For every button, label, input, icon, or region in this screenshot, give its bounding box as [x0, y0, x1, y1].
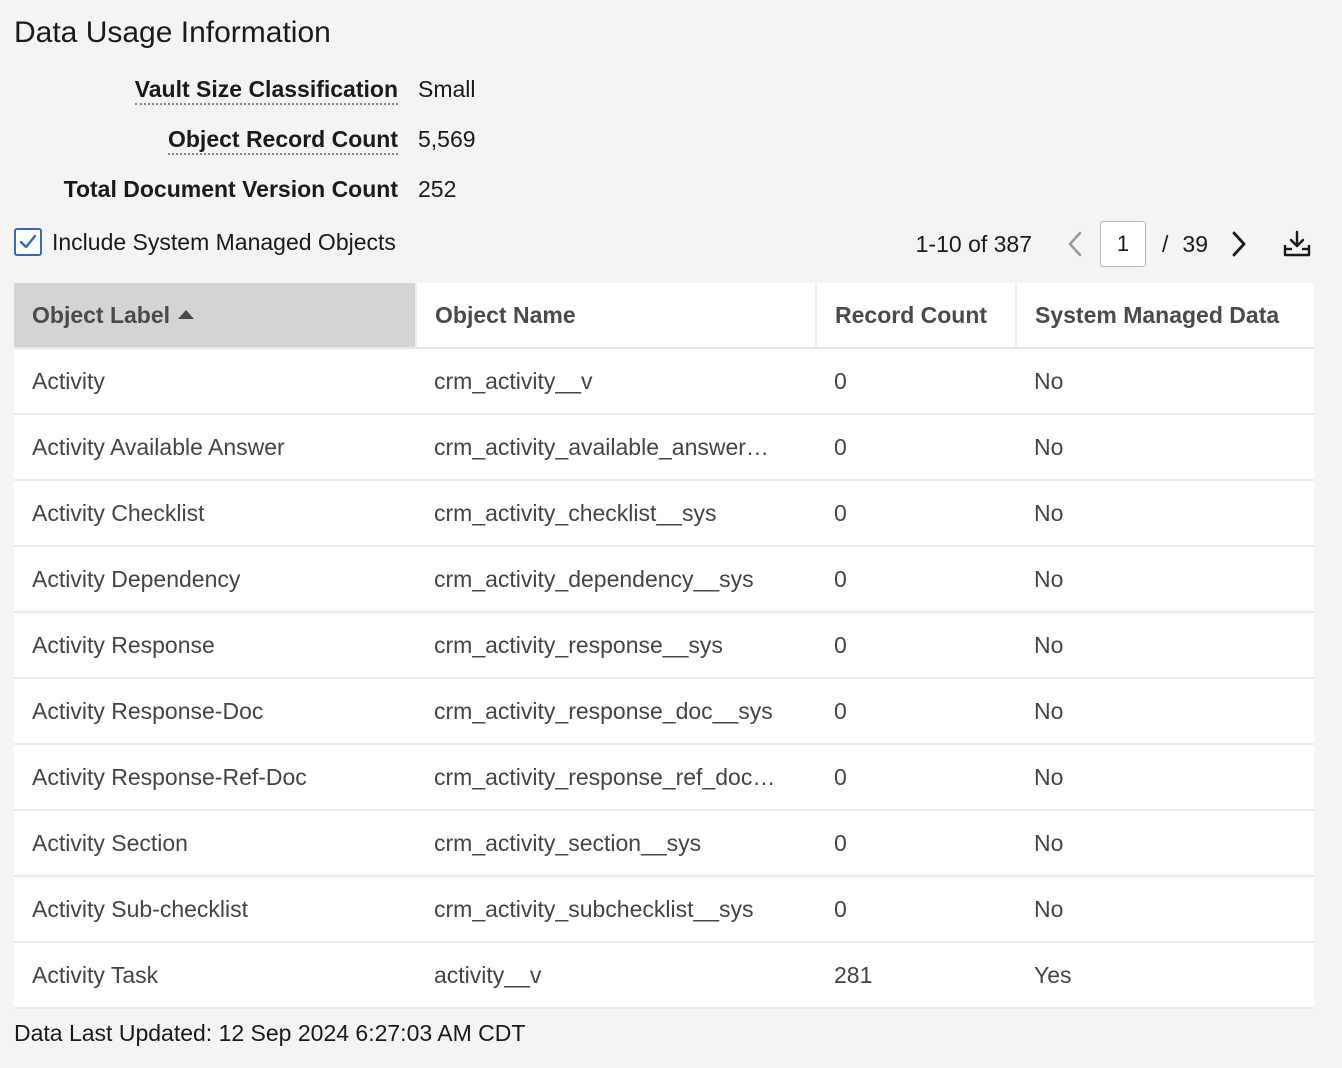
cell-record-count: 0: [816, 678, 1016, 745]
column-header-system-managed[interactable]: System Managed Data: [1016, 283, 1314, 349]
cell-object-name: crm_activity_response_ref_doc…: [416, 744, 816, 811]
summary-row-total-doc-version: Total Document Version Count 252: [14, 164, 714, 214]
table-header-row: Object Label Object Name Record Count Sy…: [14, 283, 1314, 349]
cell-object-name: crm_activity_dependency__sys: [416, 546, 816, 613]
table-row: Activity Available Answer crm_activity_a…: [14, 414, 1314, 481]
pagination: 1-10 of 387 / 39: [916, 220, 1314, 268]
download-tray-icon: [1283, 230, 1311, 257]
table-row: Activity Dependency crm_activity_depende…: [14, 546, 1314, 613]
cell-object-label: Activity Response-Ref-Doc: [14, 744, 416, 811]
cell-object-label: Activity Checklist: [14, 480, 416, 547]
cell-object-name: activity__v: [416, 942, 816, 1009]
cell-record-count: 0: [816, 876, 1016, 943]
cell-object-label: Activity Dependency: [14, 546, 416, 613]
cell-system-managed: No: [1016, 876, 1314, 943]
cell-object-name: crm_activity_response__sys: [416, 612, 816, 679]
table-row: Activity Sub-checklist crm_activity_subc…: [14, 876, 1314, 943]
last-updated-text: Data Last Updated: 12 Sep 2024 6:27:03 A…: [14, 1020, 526, 1046]
summary-row-object-record-count: Object Record Count 5,569: [14, 114, 714, 164]
cell-system-managed: No: [1016, 546, 1314, 613]
cell-object-label: Activity Task: [14, 942, 416, 1009]
cell-system-managed: No: [1016, 414, 1314, 481]
next-page-button[interactable]: [1224, 224, 1254, 264]
page-title: Data Usage Information: [14, 16, 331, 49]
table-row: Activity Checklist crm_activity_checklis…: [14, 480, 1314, 547]
column-header-object-name[interactable]: Object Name: [416, 283, 817, 349]
cell-system-managed: Yes: [1016, 942, 1314, 1009]
cell-record-count: 281: [816, 942, 1016, 1009]
vault-size-value: Small: [418, 75, 476, 102]
cell-record-count: 0: [816, 612, 1016, 679]
cell-record-count: 0: [816, 480, 1016, 547]
cell-object-label: Activity Response: [14, 612, 416, 679]
objects-table: Object Label Object Name Record Count Sy…: [14, 283, 1314, 1009]
table-row: Activity Response crm_activity_response_…: [14, 612, 1314, 679]
cell-object-label: Activity: [14, 348, 416, 415]
cell-record-count: 0: [816, 744, 1016, 811]
total-pages: 39: [1182, 230, 1208, 257]
cell-object-label: Activity Response-Doc: [14, 678, 416, 745]
page-number-input[interactable]: [1100, 221, 1147, 267]
cell-object-label: Activity Sub-checklist: [14, 876, 416, 943]
export-button[interactable]: [1280, 224, 1314, 264]
table-row: Activity Response-Ref-Doc crm_activity_r…: [14, 744, 1314, 811]
total-doc-version-value: 252: [418, 175, 457, 202]
checkmark-icon: [19, 234, 37, 249]
table-row: Activity Section crm_activity_section__s…: [14, 810, 1314, 877]
cell-object-name: crm_activity_subchecklist__sys: [416, 876, 816, 943]
cell-object-name: crm_activity_checklist__sys: [416, 480, 816, 547]
cell-object-name: crm_activity_available_answer…: [416, 414, 816, 481]
cell-record-count: 0: [816, 414, 1016, 481]
sort-ascending-icon: [178, 309, 195, 319]
summary-panel: Vault Size Classification Small Object R…: [14, 64, 714, 214]
cell-record-count: 0: [816, 810, 1016, 877]
cell-system-managed: No: [1016, 810, 1314, 877]
include-system-checkbox[interactable]: [14, 228, 42, 256]
chevron-left-icon: [1068, 231, 1082, 257]
table-row: Activity Task activity__v 281 Yes: [14, 942, 1314, 1009]
summary-row-vault-size: Vault Size Classification Small: [14, 64, 714, 114]
total-doc-version-label: Total Document Version Count: [63, 175, 398, 202]
cell-system-managed: No: [1016, 678, 1314, 745]
table-controls: Include System Managed Objects 1-10 of 3…: [14, 220, 1314, 268]
cell-object-label: Activity Available Answer: [14, 414, 416, 481]
prev-page-button[interactable]: [1060, 224, 1090, 264]
cell-object-name: crm_activity_section__sys: [416, 810, 816, 877]
object-record-count-label[interactable]: Object Record Count: [167, 125, 398, 155]
cell-system-managed: No: [1016, 348, 1314, 415]
range-text: 1-10 of 387: [915, 230, 1033, 257]
cell-record-count: 0: [816, 348, 1016, 415]
include-system-toggle[interactable]: Include System Managed Objects: [14, 228, 396, 256]
object-record-count-value: 5,569: [418, 125, 476, 152]
cell-object-label: Activity Section: [14, 810, 416, 877]
cell-system-managed: No: [1016, 744, 1314, 811]
cell-object-name: crm_activity__v: [416, 348, 816, 415]
chevron-right-icon: [1232, 231, 1246, 257]
cell-object-name: crm_activity_response_doc__sys: [416, 678, 816, 745]
data-usage-page: Data Usage Information Vault Size Classi…: [0, 0, 1342, 1068]
page-separator: /: [1162, 230, 1169, 257]
cell-record-count: 0: [816, 546, 1016, 613]
include-system-label[interactable]: Include System Managed Objects: [52, 229, 396, 256]
cell-system-managed: No: [1016, 612, 1314, 679]
cell-system-managed: No: [1016, 480, 1314, 547]
column-header-object-label[interactable]: Object Label: [14, 283, 417, 349]
column-header-record-count[interactable]: Record Count: [816, 283, 1017, 349]
table-row: Activity crm_activity__v 0 No: [14, 348, 1314, 415]
vault-size-label[interactable]: Vault Size Classification: [134, 75, 398, 105]
table-row: Activity Response-Doc crm_activity_respo…: [14, 678, 1314, 745]
